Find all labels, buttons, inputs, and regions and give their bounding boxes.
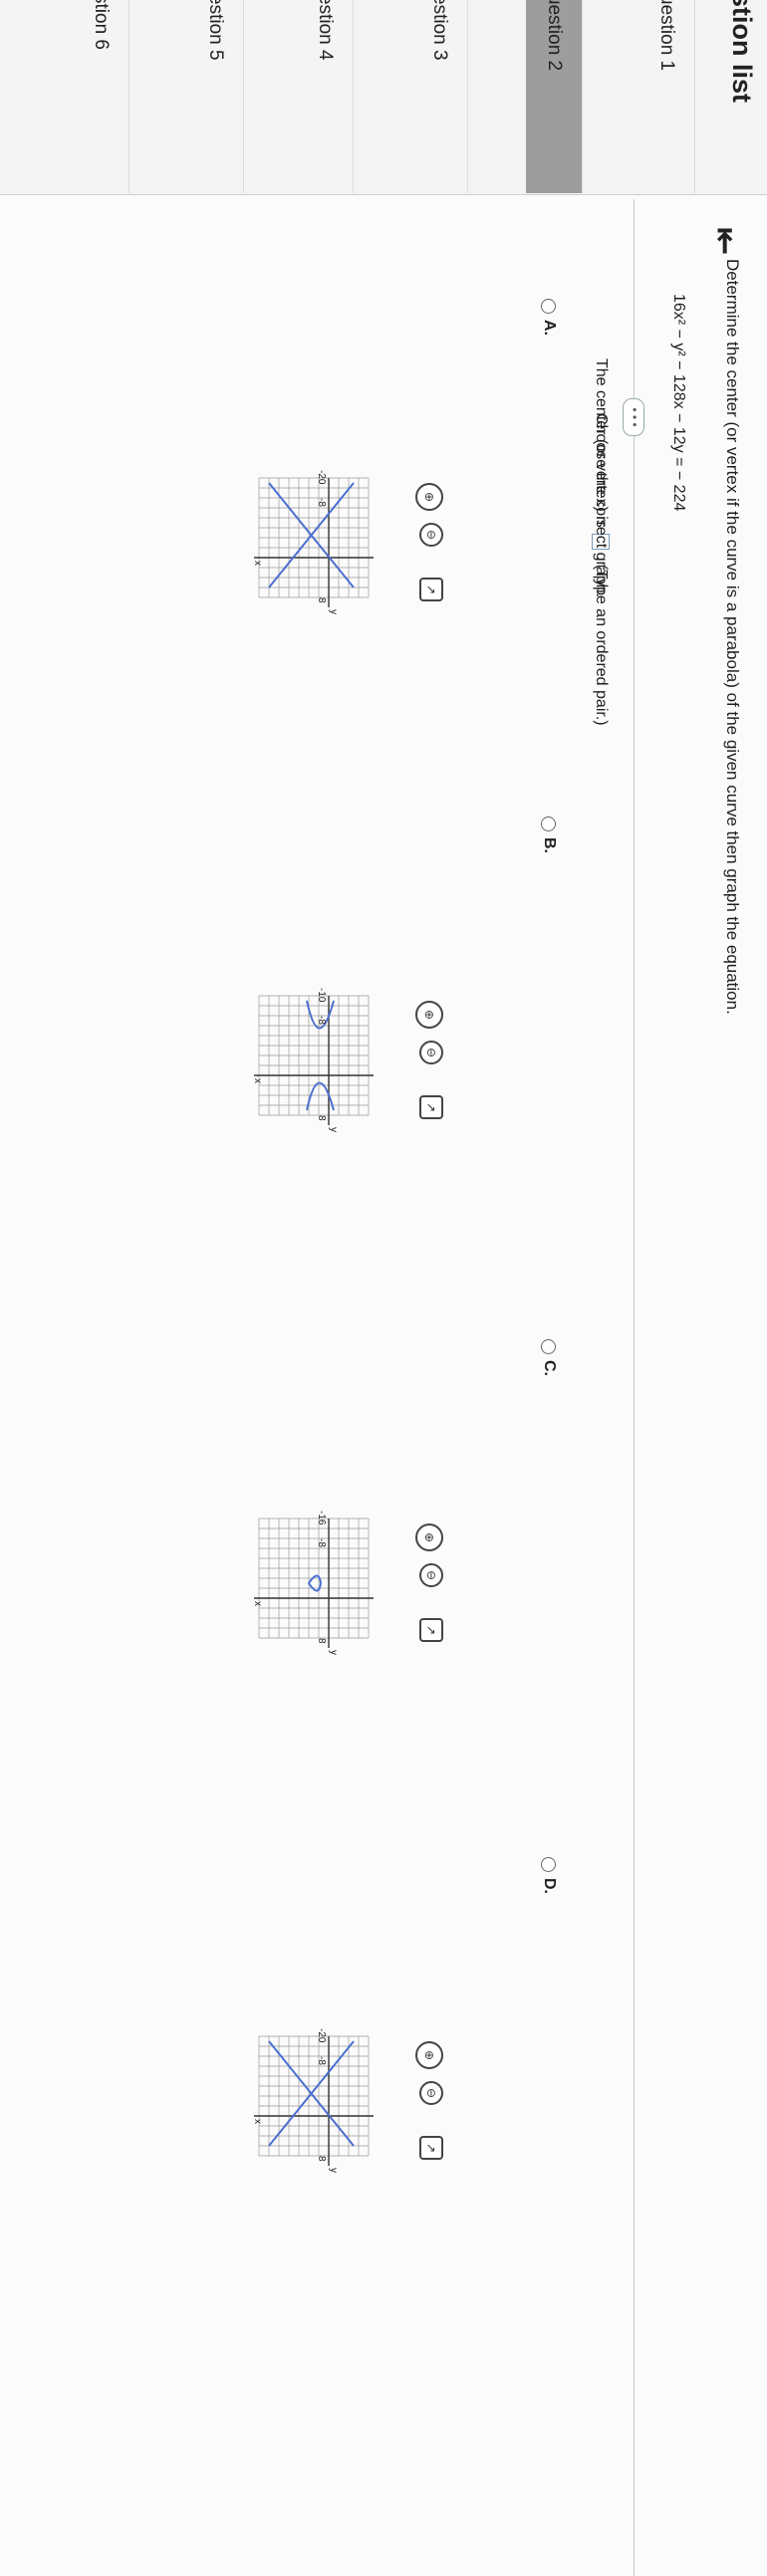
choice-label[interactable]: B. bbox=[540, 817, 558, 853]
tick-label: -10 bbox=[316, 988, 327, 1003]
zoom-out-icon[interactable]: ⊖ bbox=[419, 523, 443, 547]
x-axis-label: x bbox=[252, 561, 263, 566]
y-tick-label: 8 bbox=[316, 597, 327, 603]
y-tick-label: -8 bbox=[316, 498, 327, 507]
tick-label: -20 bbox=[316, 2028, 327, 2043]
choice-d[interactable]: D. y 8 x -8 -20 ⊕ ⊖ ↗ bbox=[0, 1812, 767, 2173]
tick-label: -16 bbox=[316, 1511, 327, 1525]
choice-letter: D. bbox=[541, 1878, 558, 1894]
question-list-sidebar: stion list uestion 1 uestion 2 estion 3 … bbox=[0, 0, 767, 195]
choice-label[interactable]: A. bbox=[540, 299, 558, 336]
sidebar-item-label: estion 4 bbox=[315, 0, 336, 61]
y-tick-label: 8 bbox=[316, 1115, 327, 1121]
zoom-in-icon[interactable]: ⊕ bbox=[415, 483, 443, 511]
y-tick-label: -8 bbox=[316, 1016, 327, 1025]
choice-c[interactable]: C. y 8 x -8 -16 ⊕ ⊖ ↗ bbox=[0, 1294, 767, 1655]
choice-letter: A. bbox=[541, 320, 558, 336]
sidebar-item-question-6[interactable]: stion 6 bbox=[73, 0, 129, 193]
expand-icon[interactable]: ↗ bbox=[419, 1618, 443, 1642]
sidebar-item-label: uestion 1 bbox=[656, 0, 677, 72]
graph-curve bbox=[268, 482, 355, 588]
tick-label: -20 bbox=[316, 470, 327, 485]
choice-label[interactable]: C. bbox=[540, 1339, 558, 1376]
graph-thumbnail: y 8 x -8 -10 bbox=[252, 988, 374, 1132]
y-axis-label: y bbox=[328, 2168, 339, 2173]
choice-b[interactable]: B. y 8 x -8 -10 ⊕ ⊖ ↗ bbox=[0, 772, 767, 1132]
x-axis-label: x bbox=[252, 1601, 263, 1606]
sidebar-item-label: uestion 2 bbox=[544, 0, 565, 72]
y-tick-label: -8 bbox=[316, 2056, 327, 2065]
y-tick-label: -8 bbox=[316, 1538, 327, 1547]
question-screen: stion list uestion 1 uestion 2 estion 3 … bbox=[0, 0, 767, 2576]
y-axis-label: y bbox=[328, 1127, 339, 1132]
sidebar-item-question-1[interactable]: uestion 1 bbox=[639, 0, 695, 193]
sidebar-title: stion list bbox=[727, 0, 757, 104]
choice-letter: B. bbox=[541, 837, 558, 853]
zoom-in-icon[interactable]: ⊕ bbox=[415, 1523, 443, 1551]
choice-letter: C. bbox=[541, 1360, 558, 1376]
x-axis-label: x bbox=[252, 1078, 263, 1083]
graph-thumbnail: y 8 x -8 -20 bbox=[252, 2028, 374, 2173]
y-tick-label: 8 bbox=[316, 1638, 327, 1644]
radio-button[interactable] bbox=[541, 1857, 557, 1872]
expand-icon[interactable]: ↗ bbox=[419, 1095, 443, 1119]
graph-thumbnail: y 8 x -8 -20 bbox=[252, 470, 374, 614]
zoom-out-icon[interactable]: ⊖ bbox=[419, 1563, 443, 1587]
sidebar-item-label: estion 5 bbox=[205, 0, 226, 61]
y-axis-label: y bbox=[328, 609, 339, 614]
sidebar-item-question-4[interactable]: estion 4 bbox=[297, 0, 354, 193]
zoom-out-icon[interactable]: ⊖ bbox=[419, 2081, 443, 2105]
expand-icon[interactable]: ↗ bbox=[419, 578, 443, 601]
sidebar-item-question-3[interactable]: estion 3 bbox=[411, 0, 468, 193]
zoom-in-icon[interactable]: ⊕ bbox=[415, 1001, 443, 1029]
y-tick-label: 8 bbox=[316, 2156, 327, 2162]
sidebar-item-question-2[interactable]: uestion 2 bbox=[526, 0, 583, 193]
radio-button[interactable] bbox=[541, 299, 557, 314]
sidebar-item-label: estion 3 bbox=[429, 0, 450, 61]
expand-icon[interactable]: ↗ bbox=[419, 2136, 443, 2160]
y-axis-label: y bbox=[328, 1650, 339, 1655]
sidebar-item-label: stion 6 bbox=[91, 0, 112, 50]
zoom-in-icon[interactable]: ⊕ bbox=[415, 2041, 443, 2069]
radio-button[interactable] bbox=[541, 1339, 557, 1354]
x-axis-label: x bbox=[252, 2119, 263, 2124]
choice-label[interactable]: D. bbox=[540, 1857, 558, 1894]
graph-curve bbox=[268, 2040, 355, 2147]
radio-button[interactable] bbox=[541, 817, 557, 831]
graph-thumbnail: y 8 x -8 -16 bbox=[252, 1511, 374, 1655]
sidebar-item-question-5[interactable]: estion 5 bbox=[187, 0, 244, 193]
choice-a[interactable]: A. y 8 x -8 -20 ⊕ ⊖ ↗ bbox=[0, 254, 767, 614]
zoom-out-icon[interactable]: ⊖ bbox=[419, 1041, 443, 1064]
